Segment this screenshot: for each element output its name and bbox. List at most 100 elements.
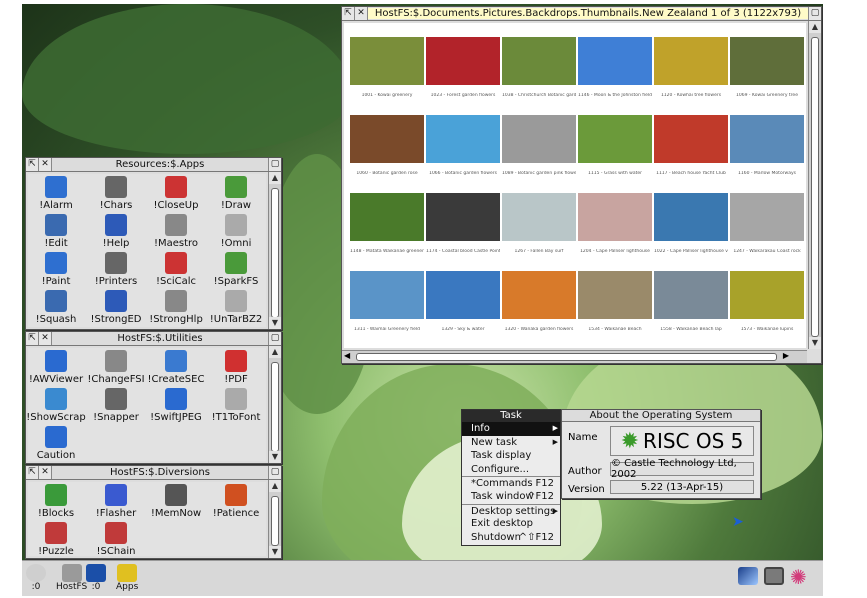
toggle-size-icon[interactable]: ▢ bbox=[268, 466, 281, 479]
toggle-size-icon[interactable]: ▢ bbox=[808, 7, 821, 20]
scroll-down-icon[interactable]: ▼ bbox=[269, 546, 281, 558]
app-icon[interactable]: !Omni bbox=[204, 214, 268, 256]
vertical-scrollbar[interactable]: ▲ ▼ bbox=[268, 480, 281, 558]
menu-item[interactable]: Task window ^F12 bbox=[462, 490, 560, 504]
thumbnail-image[interactable] bbox=[578, 193, 652, 241]
thumbnail-image[interactable] bbox=[654, 37, 728, 85]
scroll-up-icon[interactable]: ▲ bbox=[809, 21, 821, 33]
task-manager-icon[interactable] bbox=[764, 567, 784, 585]
utilities-window[interactable]: ⇱ ✕ HostFS:$.Utilities ▢ !AWViewer !Chang… bbox=[25, 331, 282, 464]
app-icon[interactable]: !CreateSEC bbox=[144, 350, 208, 392]
thumbnail-image[interactable] bbox=[730, 115, 804, 163]
thumbnail-image[interactable] bbox=[350, 271, 424, 319]
app-icon[interactable]: !PDF bbox=[204, 350, 268, 392]
close-icon[interactable]: ✕ bbox=[39, 466, 52, 479]
app-icon[interactable]: !UnTarBZ2 bbox=[204, 290, 268, 332]
thumbnail-image[interactable] bbox=[350, 115, 424, 163]
app-icon[interactable]: Caution bbox=[24, 426, 88, 468]
desktop[interactable]: ⇱ ✕ HostFS:$.Documents.Pictures.Backdrop… bbox=[22, 4, 823, 596]
menu-item[interactable]: Desktop settings ▶ bbox=[462, 503, 560, 518]
thumbnail-image[interactable] bbox=[730, 271, 804, 319]
scroll-thumb[interactable] bbox=[271, 362, 279, 452]
apps-window[interactable]: ⇱ ✕ Resources:$.Apps ▢ !Alarm !Chars !Clos… bbox=[25, 157, 282, 330]
app-icon[interactable]: !StrongED bbox=[84, 290, 148, 332]
menu-item[interactable]: *Commands F12 bbox=[462, 476, 560, 490]
horizontal-scrollbar[interactable]: ◀ ▶ bbox=[342, 350, 807, 363]
scroll-thumb[interactable] bbox=[811, 37, 819, 337]
riscos-logo-icon[interactable]: ✺ bbox=[790, 565, 807, 589]
back-icon[interactable]: ⇱ bbox=[26, 332, 39, 345]
thumbnail-image[interactable] bbox=[350, 37, 424, 85]
scroll-up-icon[interactable]: ▲ bbox=[269, 346, 281, 358]
app-icon[interactable]: !SwiftJPEG bbox=[144, 388, 208, 430]
vertical-scrollbar[interactable]: ▲ ▼ bbox=[268, 172, 281, 329]
window-title[interactable]: HostFS:$.Utilities bbox=[52, 333, 268, 344]
thumbnail-image[interactable] bbox=[502, 115, 576, 163]
about-window[interactable]: About the Operating System Name ✹ RISC O… bbox=[561, 409, 761, 499]
app-icon[interactable]: !CloseUp bbox=[144, 176, 208, 218]
cd-icon[interactable]: :0 bbox=[26, 564, 46, 592]
toggle-size-icon[interactable]: ▢ bbox=[268, 158, 281, 171]
menu-item[interactable]: Shutdown ^⇧F12 bbox=[462, 531, 560, 545]
close-icon[interactable]: ✕ bbox=[39, 332, 52, 345]
menu-item[interactable]: Info ▶ bbox=[462, 422, 560, 436]
thumbnail-image[interactable] bbox=[502, 37, 576, 85]
thumbnail-image[interactable] bbox=[654, 115, 728, 163]
back-icon[interactable]: ⇱ bbox=[26, 158, 39, 171]
app-icon[interactable]: !Alarm bbox=[24, 176, 88, 218]
thumbnail-image[interactable] bbox=[578, 271, 652, 319]
app-icon[interactable]: !Paint bbox=[24, 252, 88, 294]
menu-item[interactable]: Configure... bbox=[462, 463, 560, 477]
app-icon[interactable]: !Maestro bbox=[144, 214, 208, 256]
thumbnail-image[interactable] bbox=[426, 193, 500, 241]
thumbnail-image[interactable] bbox=[730, 193, 804, 241]
vertical-scrollbar[interactable]: ▲ ▼ bbox=[808, 21, 821, 349]
thumbnail-image[interactable] bbox=[578, 115, 652, 163]
back-icon[interactable]: ⇱ bbox=[342, 7, 355, 20]
scroll-thumb[interactable] bbox=[271, 188, 279, 318]
window-title[interactable]: HostFS:$.Diversions bbox=[52, 467, 268, 478]
app-icon[interactable]: !Blocks bbox=[24, 484, 88, 526]
floppy-icon[interactable]: :0 bbox=[86, 564, 106, 592]
thumbnail-image[interactable] bbox=[502, 271, 576, 319]
scroll-down-icon[interactable]: ▼ bbox=[809, 337, 821, 349]
thumbnail-image[interactable] bbox=[426, 271, 500, 319]
hscroll-thumb[interactable] bbox=[356, 353, 777, 361]
thumbnail-image[interactable] bbox=[426, 115, 500, 163]
app-icon[interactable]: !ChangeFSI bbox=[84, 350, 148, 392]
app-icon[interactable]: !Flasher bbox=[84, 484, 148, 526]
apps-icon[interactable]: Apps bbox=[116, 564, 138, 592]
thumbnail-image[interactable] bbox=[578, 37, 652, 85]
back-icon[interactable]: ⇱ bbox=[26, 466, 39, 479]
app-icon[interactable]: !Draw bbox=[204, 176, 268, 218]
app-icon[interactable]: !Chars bbox=[84, 176, 148, 218]
window-title[interactable]: HostFS:$.Documents.Pictures.Backdrops.Th… bbox=[368, 8, 808, 19]
scroll-down-icon[interactable]: ▼ bbox=[269, 451, 281, 463]
display-icon[interactable] bbox=[738, 567, 758, 585]
harddisc-icon[interactable]: HostFS bbox=[56, 564, 87, 592]
thumbnail-image[interactable] bbox=[654, 193, 728, 241]
task-menu[interactable]: Task Info ▶ New task ▶ Task display Configure… bbox=[461, 409, 561, 546]
app-icon[interactable]: !Edit bbox=[24, 214, 88, 256]
app-icon[interactable]: !StrongHlp bbox=[144, 290, 208, 332]
scroll-left-icon[interactable]: ◀ bbox=[344, 351, 350, 360]
app-icon[interactable]: !SciCalc bbox=[144, 252, 208, 294]
scroll-thumb[interactable] bbox=[271, 496, 279, 546]
app-icon[interactable]: !ShowScrap bbox=[24, 388, 88, 430]
toggle-size-icon[interactable]: ▢ bbox=[268, 332, 281, 345]
close-icon[interactable]: ✕ bbox=[39, 158, 52, 171]
app-icon[interactable]: !Printers bbox=[84, 252, 148, 294]
scroll-right-icon[interactable]: ▶ bbox=[783, 351, 789, 360]
diversions-window[interactable]: ⇱ ✕ HostFS:$.Diversions ▢ !Blocks !Flashe… bbox=[25, 465, 282, 559]
thumbnail-image[interactable] bbox=[730, 37, 804, 85]
app-icon[interactable]: !SChain bbox=[84, 522, 148, 564]
app-icon[interactable]: !Patience bbox=[204, 484, 268, 526]
thumbnail-image[interactable] bbox=[350, 193, 424, 241]
scroll-down-icon[interactable]: ▼ bbox=[269, 317, 281, 329]
app-icon[interactable]: !MemNow bbox=[144, 484, 208, 526]
thumbnails-window[interactable]: ⇱ ✕ HostFS:$.Documents.Pictures.Backdrop… bbox=[341, 6, 822, 364]
app-icon[interactable]: !SparkFS bbox=[204, 252, 268, 294]
app-icon[interactable]: !Snapper bbox=[84, 388, 148, 430]
menu-item[interactable]: New task ▶ bbox=[462, 436, 560, 450]
app-icon[interactable]: !Puzzle bbox=[24, 522, 88, 564]
